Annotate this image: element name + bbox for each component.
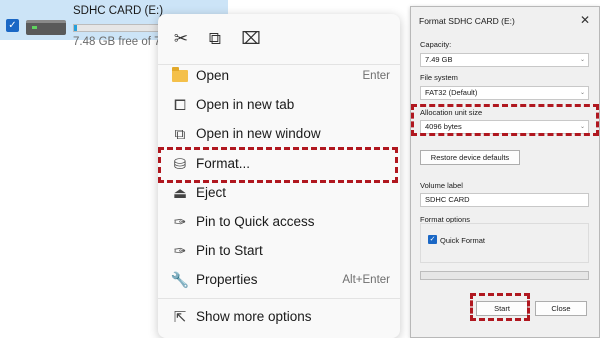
quick-format-label: Quick Format (440, 236, 486, 245)
menu-item-open-in-new-window[interactable]: ⧉ Open in new window (158, 121, 400, 149)
restore-device-defaults-button[interactable]: Restore device defaults (420, 150, 520, 165)
menu-item-show-more-options[interactable]: ⇱ Show more options (158, 304, 400, 332)
dialog-title: Format SDHC CARD (E:) (419, 16, 515, 26)
quick-format-checkbox[interactable]: ✓ (428, 235, 437, 244)
format-highlight-box (158, 147, 398, 183)
chevron-down-icon: ⌄ (579, 57, 585, 63)
menu-item-label: Pin to Start (196, 243, 263, 258)
rename-icon[interactable]: ⌧ (240, 28, 262, 50)
folder-icon (172, 67, 188, 82)
menu-item-shortcut: Enter (362, 70, 391, 82)
file-system-select[interactable]: FAT32 (Default) ⌄ (420, 86, 589, 100)
file-system-value: FAT32 (Default) (425, 88, 478, 97)
pin-icon: ✑ (173, 243, 187, 260)
menu-item-open[interactable]: Open Enter (158, 63, 400, 91)
copy-icon[interactable]: ⧉ (204, 28, 226, 50)
file-system-label: File system (420, 73, 458, 82)
format-dialog: Format SDHC CARD (E:) ✕ Capacity: 7.49 G… (410, 6, 600, 338)
capacity-label: Capacity: (420, 40, 452, 49)
new-tab-icon: ⧠ (173, 97, 186, 114)
menu-item-pin-to-quick-access[interactable]: ✑ Pin to Quick access (158, 209, 400, 237)
volume-label-input[interactable]: SDHC CARD (420, 193, 589, 207)
menu-item-label: Open in new tab (196, 97, 295, 112)
menu-item-eject[interactable]: ⏏ Eject (158, 180, 400, 208)
menu-item-open-in-new-tab[interactable]: ⧠ Open in new tab (158, 92, 400, 120)
menu-item-label: Eject (196, 185, 227, 200)
drive-name: SDHC CARD (E:) (73, 5, 164, 17)
menu-item-shortcut: Alt+Enter (342, 274, 390, 286)
close-button[interactable]: Close (535, 301, 587, 316)
volume-label-label: Volume label (420, 181, 463, 190)
more-options-icon: ⇱ (173, 309, 187, 326)
properties-icon: 🔧 (170, 272, 190, 289)
eject-icon: ⏏ (172, 185, 188, 202)
selection-checkbox[interactable]: ✓ (6, 19, 19, 32)
cut-icon[interactable]: ✂ (170, 28, 192, 50)
menu-item-label: Open in new window (196, 126, 321, 141)
menu-item-label: Show more options (196, 309, 312, 324)
new-window-icon: ⧉ (174, 126, 186, 143)
chevron-down-icon: ⌄ (579, 90, 585, 96)
close-icon[interactable]: ✕ (577, 12, 593, 28)
drive-free-space: 7.48 GB free of 7.4 (73, 36, 171, 48)
menu-item-label: Properties (196, 272, 258, 287)
menu-item-label: Open (196, 68, 230, 83)
allocation-highlight-box (411, 104, 599, 136)
menu-item-label: Pin to Quick access (196, 214, 315, 229)
pin-icon: ✑ (173, 214, 187, 231)
menu-item-pin-to-start[interactable]: ✑ Pin to Start (158, 238, 400, 266)
menu-divider (158, 298, 400, 299)
menu-item-properties[interactable]: 🔧 Properties Alt+Enter (158, 267, 400, 295)
start-highlight-box (470, 293, 530, 321)
format-progress-bar (420, 271, 589, 280)
capacity-value: 7.49 GB (425, 55, 453, 64)
capacity-select[interactable]: 7.49 GB ⌄ (420, 53, 589, 67)
sd-card-drive-icon (26, 20, 66, 35)
drive-usage-fill (74, 25, 77, 31)
quick-actions-bar: ✂ ⧉ ⌧ (158, 14, 400, 65)
